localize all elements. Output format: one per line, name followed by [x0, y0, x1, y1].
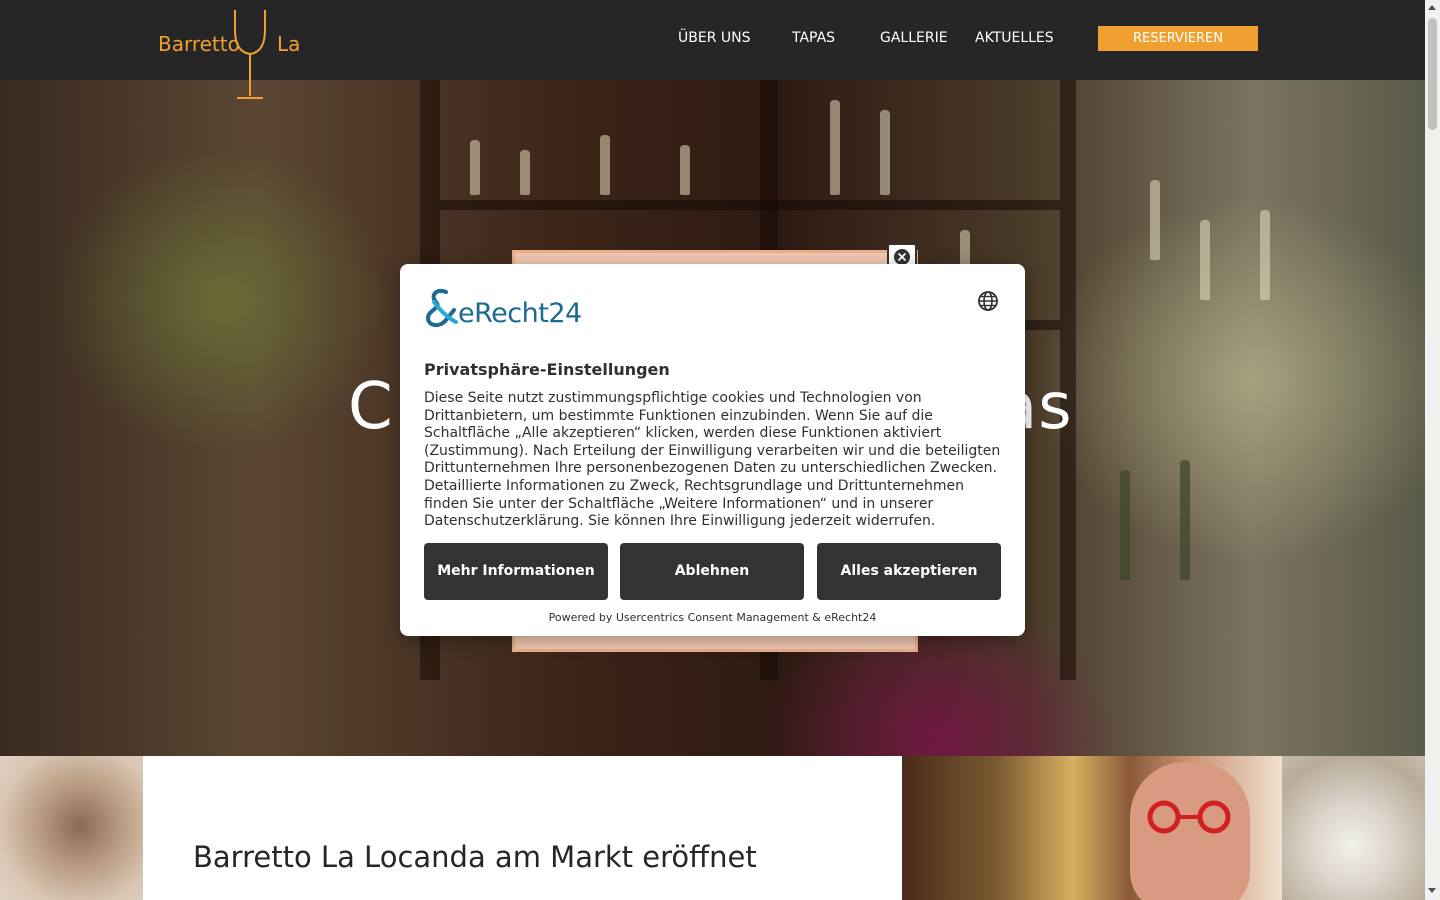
site-header: Barretto La ÜBER UNS TAPAS GALLERIE AKTU… [0, 0, 1425, 99]
bottle [470, 140, 480, 195]
site-logo[interactable]: Barretto La [158, 8, 308, 102]
section-title: Barretto La Locanda am Markt eröffnet [193, 840, 757, 874]
consent-text: Diese Seite nutzt zustimmungspflichtige … [424, 390, 1001, 530]
nav-gallerie[interactable]: GALLERIE [880, 30, 948, 46]
reserve-button[interactable]: RESERVIEREN [1098, 26, 1258, 51]
shelf-board [440, 200, 1060, 210]
nav-ueber-uns[interactable]: ÜBER UNS [678, 30, 750, 46]
logo-word-left: Barretto [158, 32, 240, 56]
erecht24-logo: eRecht24 [424, 288, 582, 332]
bottle [1180, 460, 1190, 580]
bottle [1120, 470, 1130, 580]
nav-aktuelles[interactable]: AKTUELLES [975, 30, 1054, 46]
scroll-up-icon[interactable] [1428, 5, 1436, 10]
owner-photo [902, 756, 1282, 900]
news-section: Barretto La Locanda am Markt eröffnet [0, 756, 1425, 900]
nav-tapas[interactable]: TAPAS [792, 30, 835, 46]
bottle [880, 110, 890, 195]
hero-title: C as [348, 370, 1072, 444]
food-image-right [1282, 756, 1425, 900]
erecht24-logo-text: eRecht24 [458, 298, 582, 329]
hero-title-left: C [348, 370, 394, 444]
scroll-thumb[interactable] [1428, 18, 1437, 130]
more-info-button[interactable]: Mehr Informationen [424, 543, 608, 600]
logo-word-right: La [277, 32, 301, 56]
bottle [1150, 180, 1160, 260]
bottle [1200, 220, 1210, 300]
bottle [1260, 210, 1270, 300]
deny-button[interactable]: Ablehnen [620, 543, 804, 600]
bottle [680, 145, 690, 195]
scroll-down-icon[interactable] [1428, 888, 1436, 893]
bottle [600, 135, 610, 195]
bottle [830, 100, 840, 195]
wine-glass-icon [234, 10, 266, 99]
glasses-shape [1147, 800, 1231, 834]
bottle [520, 150, 530, 195]
consent-title: Privatsphäre-Einstellungen [424, 360, 670, 379]
page-scrollbar[interactable] [1425, 0, 1440, 900]
accept-all-button[interactable]: Alles akzeptieren [817, 543, 1001, 600]
food-image-left [0, 756, 143, 900]
consent-dialog: eRecht24 Privatsphäre-Einstellungen Dies… [400, 264, 1025, 636]
erecht24-logo-icon [425, 289, 458, 327]
globe-icon[interactable] [977, 290, 999, 316]
powered-by-link[interactable]: Powered by Usercentrics Consent Manageme… [400, 611, 1025, 624]
